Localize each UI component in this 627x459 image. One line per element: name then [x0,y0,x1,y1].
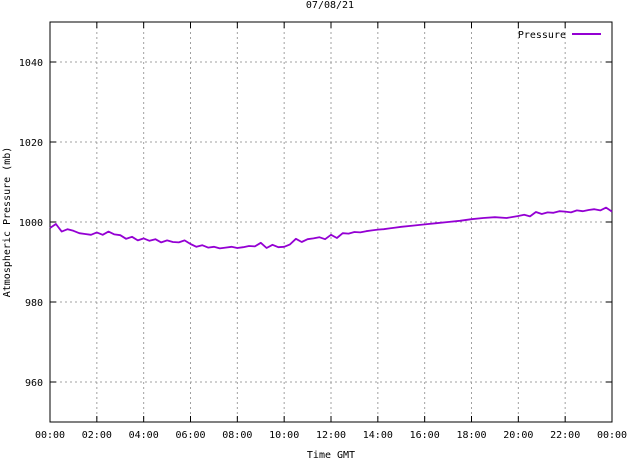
x-tick-label: 06:00 [175,430,205,441]
x-tick-label: 02:00 [82,430,112,441]
x-tick-label: 04:00 [129,430,159,441]
legend: Pressure [518,30,601,41]
legend-label: Pressure [518,30,566,41]
grid-lines [49,22,613,422]
y-axis-ticks: 960 980 1000 1020 1040 [19,58,612,389]
x-tick-label: 00:00 [35,430,65,441]
x-tick-label: 08:00 [222,430,252,441]
chart-title: 07/08/21 [306,0,354,11]
x-tick-label: 18:00 [456,430,486,441]
x-tick-label: 14:00 [363,430,393,441]
x-tick-label: 16:00 [410,430,440,441]
x-tick-label: 10:00 [269,430,299,441]
y-tick-label: 1020 [19,138,43,149]
y-tick-label: 980 [25,298,43,309]
x-tick-label: 20:00 [503,430,533,441]
x-tick-label: 00:00 [597,430,627,441]
y-axis-label: Atmospheric Pressure (mb) [2,147,13,298]
y-tick-label: 1040 [19,58,43,69]
x-tick-label: 12:00 [316,430,346,441]
pressure-chart: 07/08/21 960 980 1000 1020 1040 00:00 02:00 04… [2,0,627,459]
y-tick-label: 1000 [19,218,43,229]
x-tick-label: 22:00 [550,430,580,441]
y-tick-label: 960 [25,378,43,389]
x-axis-label: Time GMT [307,450,355,459]
